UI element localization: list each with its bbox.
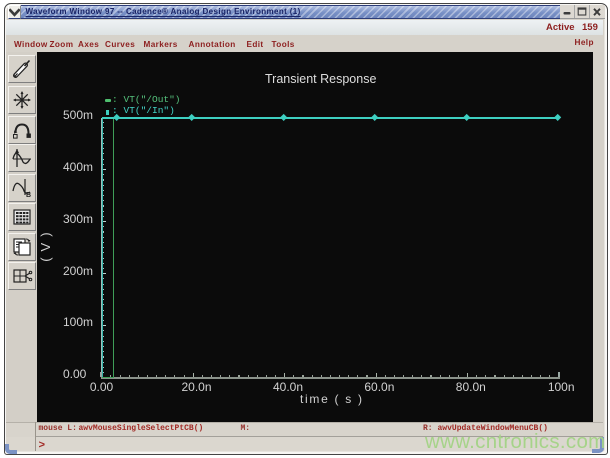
svg-text:B: B bbox=[26, 192, 31, 199]
